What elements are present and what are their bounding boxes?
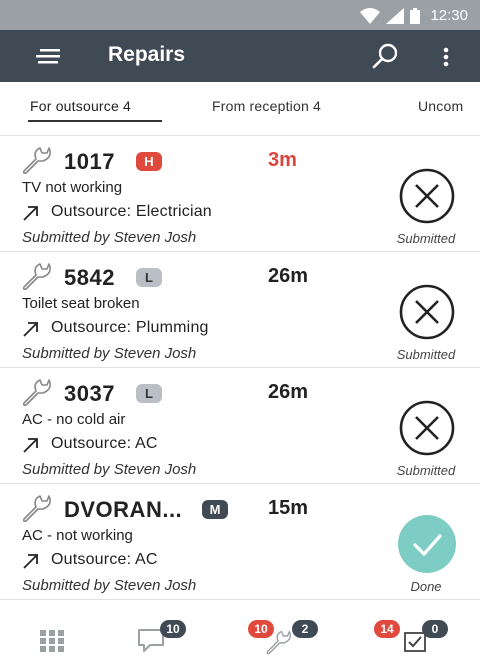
grid-icon — [40, 630, 64, 652]
messages-badge: 10 — [160, 620, 186, 638]
arrow-up-right-icon — [23, 438, 38, 453]
outsource-type: Outsource: AC — [51, 435, 158, 452]
elapsed-time: 26m — [268, 381, 309, 403]
signal-icon — [386, 7, 405, 24]
arrow-up-right-icon — [23, 322, 38, 337]
wifi-icon — [360, 7, 381, 24]
close-circle-icon[interactable] — [398, 167, 456, 225]
close-circle-icon[interactable] — [398, 283, 456, 341]
status-time: 12:30 — [430, 7, 468, 24]
search-button[interactable] — [370, 42, 400, 72]
priority-badge: M — [202, 500, 228, 519]
tab-from-reception[interactable]: From reception 4 — [212, 98, 321, 114]
tasks-badge: 0 — [422, 620, 448, 638]
outsource-type: Outsource: AC — [51, 551, 158, 568]
close-circle-icon[interactable] — [398, 399, 456, 457]
ticket-id: 3037 — [64, 381, 115, 406]
problem-description: AC - not working — [22, 527, 133, 544]
status-icons: 12:30 — [360, 7, 468, 24]
repair-card[interactable]: 1017 H 3m TV not working Outsource: Elec… — [0, 137, 480, 252]
status-label: Done — [410, 579, 442, 594]
wrench-icon — [22, 147, 51, 175]
priority-badge: H — [136, 152, 162, 171]
tab-for-outsource[interactable]: For outsource 4 — [30, 98, 131, 114]
search-icon — [372, 43, 398, 69]
problem-description: AC - no cold air — [22, 411, 126, 428]
submitted-by: Submitted by Steven Josh — [22, 345, 197, 362]
arrow-up-right-icon — [23, 554, 38, 569]
page-title: Repairs — [108, 43, 186, 66]
status-label: Submitted — [396, 231, 456, 246]
nav-repairs[interactable]: 10 2 — [248, 620, 328, 656]
status-label: Submitted — [396, 347, 456, 362]
menu-button[interactable] — [36, 44, 62, 68]
outsource-type: Outsource: Electrician — [51, 203, 212, 220]
status-label: Submitted — [396, 463, 456, 478]
outsource-type: Outsource: Plumming — [51, 319, 209, 336]
problem-description: Toilet seat broken — [22, 295, 140, 312]
tasks-badge-urgent: 14 — [374, 620, 400, 638]
nav-tasks[interactable]: 14 0 — [374, 620, 454, 656]
repair-card[interactable]: DVORAN... M 15m AC - not working Outsour… — [0, 485, 480, 600]
tab-uncompleted[interactable]: Uncom — [418, 98, 463, 114]
problem-description: TV not working — [22, 179, 123, 196]
nav-messages[interactable]: 10 — [136, 620, 196, 656]
elapsed-time: 3m — [268, 149, 297, 171]
elapsed-time: 15m — [268, 497, 309, 519]
hamburger-menu-icon — [36, 49, 60, 64]
submitted-by: Submitted by Steven Josh — [22, 461, 197, 478]
wrench-icon — [266, 630, 292, 655]
wrench-icon — [22, 495, 51, 523]
status-bar: 12:30 — [0, 0, 480, 30]
overflow-menu-button[interactable] — [436, 44, 456, 70]
ticket-id: DVORAN... — [64, 497, 183, 522]
submitted-by: Submitted by Steven Josh — [22, 229, 197, 246]
more-vert-icon — [443, 47, 449, 67]
ticket-id: 1017 — [64, 149, 115, 174]
tab-bar: For outsource 4 From reception 4 Uncom — [0, 82, 480, 136]
repair-card[interactable]: 5842 L 26m Toilet seat broken Outsource:… — [0, 253, 480, 368]
repair-card[interactable]: 3037 L 26m AC - no cold air Outsource: A… — [0, 369, 480, 484]
arrow-up-right-icon — [23, 206, 38, 221]
battery-icon — [410, 7, 421, 24]
ticket-id: 5842 — [64, 265, 115, 290]
priority-badge: L — [136, 268, 162, 287]
wrench-icon — [22, 263, 51, 291]
active-tab-indicator — [28, 120, 162, 122]
submitted-by: Submitted by Steven Josh — [22, 577, 197, 594]
nav-dashboard[interactable] — [38, 620, 68, 656]
repairs-badge: 2 — [292, 620, 318, 638]
bottom-navigation: 10 10 2 14 0 — [0, 612, 480, 657]
elapsed-time: 26m — [268, 265, 309, 287]
wrench-icon — [22, 379, 51, 407]
app-bar: Repairs — [0, 30, 480, 82]
priority-badge: L — [136, 384, 162, 403]
check-circle-icon[interactable] — [398, 515, 456, 573]
